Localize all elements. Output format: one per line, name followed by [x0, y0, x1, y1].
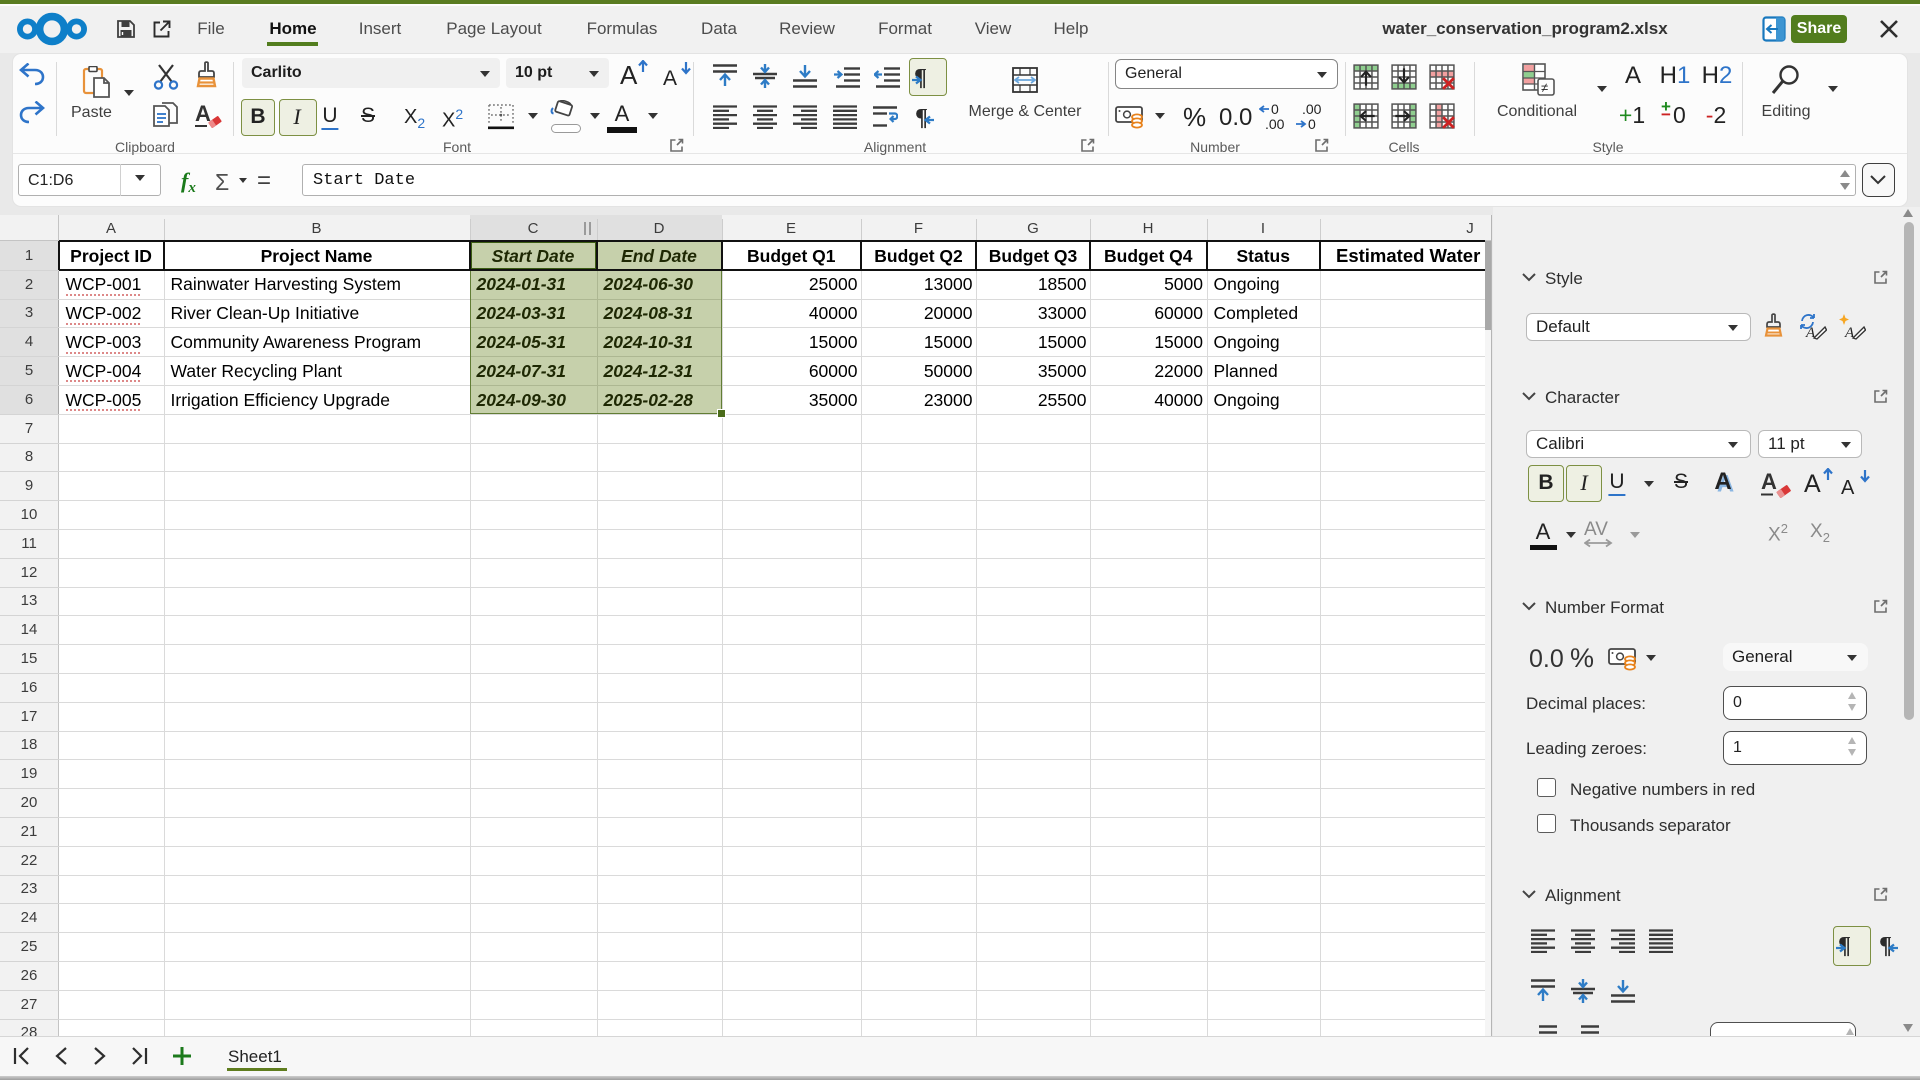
svg-text:A: A [1804, 470, 1821, 498]
svg-text:A: A [620, 60, 638, 90]
svg-text:A: A [1761, 469, 1777, 494]
svg-text:.00: .00 [1265, 116, 1285, 132]
svg-text:A: A [663, 67, 677, 90]
svg-text:0: 0 [1271, 102, 1279, 117]
svg-text:A: A [1841, 477, 1855, 498]
svg-text:AV: AV [1584, 519, 1608, 540]
svg-text:A: A [195, 101, 211, 126]
svg-text:.00: .00 [1302, 102, 1322, 117]
svg-text:0: 0 [1308, 116, 1316, 132]
svg-text:≠: ≠ [1541, 80, 1548, 95]
